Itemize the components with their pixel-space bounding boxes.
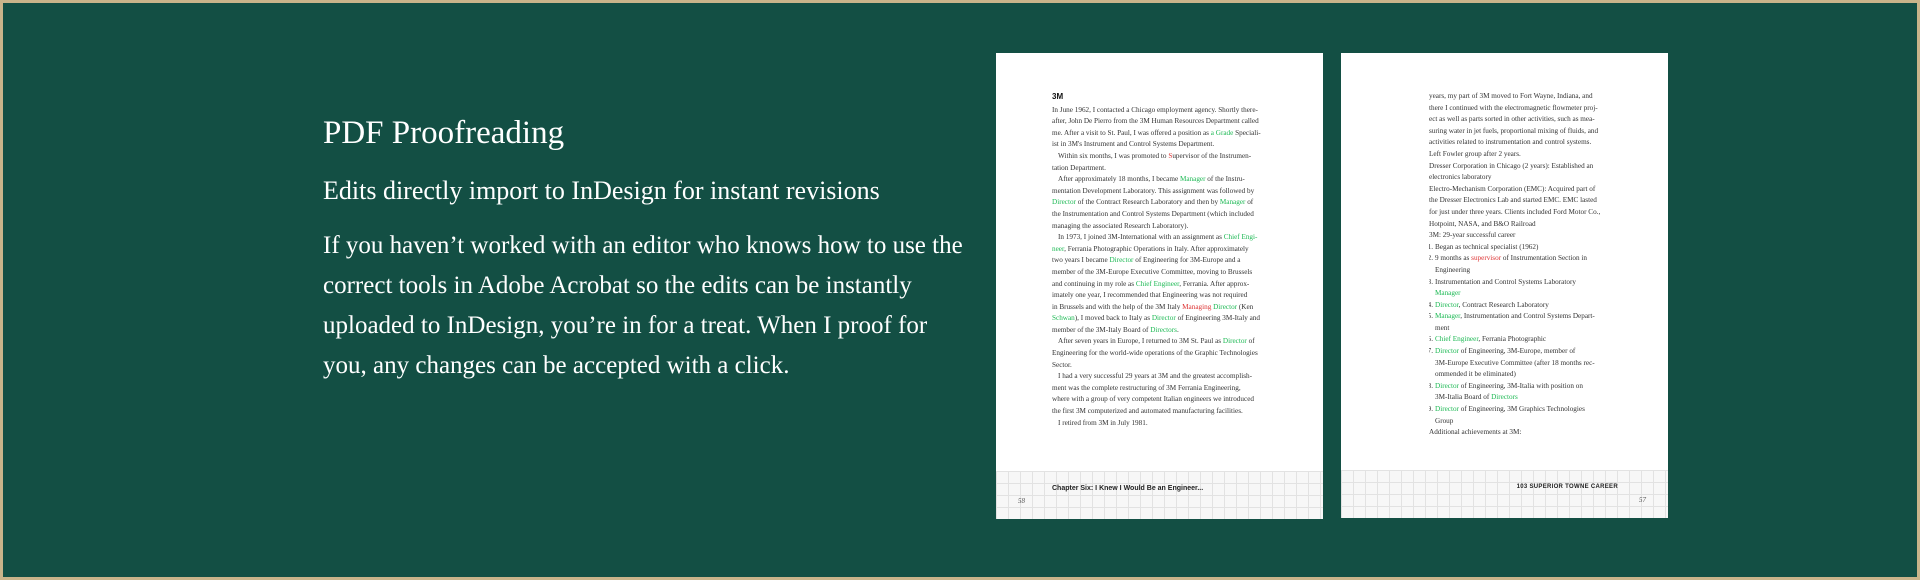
- intro-text-block: PDF Proofreading Edits directly import t…: [323, 115, 963, 386]
- proof-footer-title: 103 SUPERIOR TOWNE CAREER: [1516, 484, 1618, 490]
- proof-page-right-text: years, my part of 3M moved to Fort Wayne…: [1429, 92, 1601, 437]
- banner-frame: PDF Proofreading Edits directly import t…: [3, 3, 1917, 577]
- proof-chapter-label: 3M: [1052, 92, 1064, 101]
- proof-page-right-footer: 103 SUPERIOR TOWNE CAREER 57: [1341, 470, 1668, 518]
- proof-page-number: 58: [1018, 497, 1025, 505]
- proof-page-left: 3M In June 1962, I contacted a Chicago e…: [996, 53, 1323, 519]
- proof-page-number: 57: [1639, 496, 1646, 504]
- proof-page-left-footer: Chapter Six: I Knew I Would Be an Engine…: [996, 471, 1323, 519]
- page-description: If you haven’t worked with an editor who…: [323, 232, 963, 379]
- proof-page-left-text: 3M In June 1962, I contacted a Chicago e…: [1052, 91, 1282, 429]
- proof-page-right: years, my part of 3M moved to Fort Wayne…: [1341, 53, 1668, 518]
- proof-footer-title: Chapter Six: I Knew I Would Be an Engine…: [1052, 485, 1204, 492]
- page-heading: PDF Proofreading: [323, 115, 565, 151]
- page-subheading: Edits directly import to InDesign for in…: [323, 176, 880, 205]
